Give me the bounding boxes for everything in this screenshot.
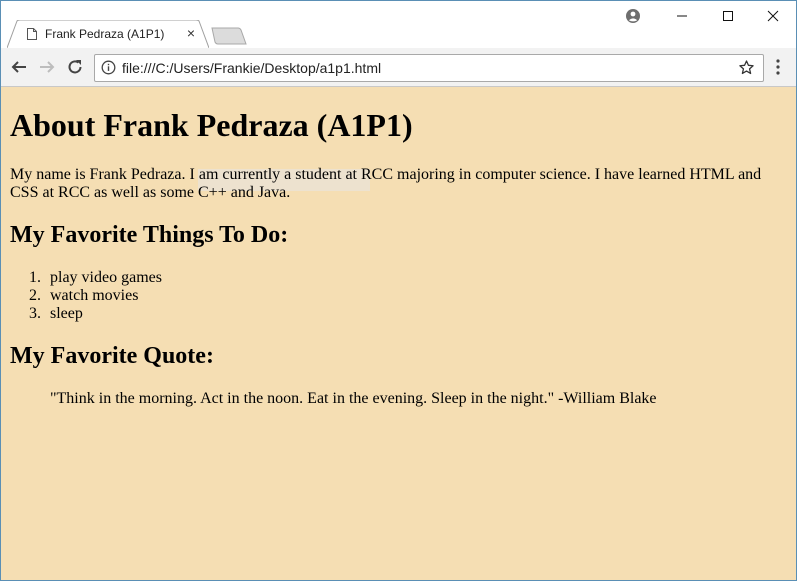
list-item-text: sleep [50,305,83,322]
tab-active[interactable]: Frank Pedraza (A1P1) × [7,20,209,48]
list-item: 3. sleep [29,305,162,323]
page-content: About Frank Pedraza (A1P1) My name is Fr… [1,87,796,580]
new-tab-icon[interactable] [211,27,247,45]
star-icon[interactable] [738,59,755,76]
favorite-things-list: 1. play video games 2. watch movies 3. slee… [29,269,162,323]
address-bar[interactable]: file:///C:/Users/Frankie/Desktop/a1p1.ht… [94,54,764,82]
url-text[interactable]: file:///C:/Users/Frankie/Desktop/a1p1.ht… [122,60,381,76]
list-item-text: watch movies [50,287,139,304]
arrow-left-icon [11,61,26,73]
arrow-right-icon [40,61,55,73]
list-number: 1. [29,269,41,286]
kebab-menu-icon[interactable] [769,58,787,76]
favorite-things-heading: My Favorite Things To Do: [10,222,289,248]
intro-paragraph: My name is Frank Pedraza. I am currently… [10,166,762,201]
forward-button[interactable] [36,56,58,78]
list-number: 2. [29,287,41,304]
reload-button[interactable] [64,56,86,78]
minimize-icon [677,15,687,17]
list-item: 1. play video games [29,269,162,287]
list-item: 2. watch movies [29,287,162,305]
tab-strip: Frank Pedraza (A1P1) × [1,1,796,48]
browser-toolbar: file:///C:/Users/Frankie/Desktop/a1p1.ht… [1,48,796,87]
favorite-quote-heading: My Favorite Quote: [10,343,214,369]
list-item-text: play video games [50,269,162,286]
tab-close-icon[interactable]: × [183,25,199,41]
maximize-icon [723,11,733,21]
reload-icon [68,60,82,74]
favorite-quote: "Think in the morning. Act in the noon. … [50,390,657,407]
close-window-button[interactable] [750,1,796,31]
tab-title: Frank Pedraza (A1P1) [45,27,165,41]
list-number: 3. [29,305,41,322]
close-icon [767,10,779,22]
account-circle-icon[interactable] [625,8,641,24]
browser-window: Frank Pedraza (A1P1) × file:///C:/Users/… [0,0,797,581]
back-button[interactable] [8,56,30,78]
page-heading: About Frank Pedraza (A1P1) [10,107,413,143]
page-icon [27,28,37,40]
minimize-button[interactable] [659,1,705,31]
info-icon[interactable] [101,60,116,75]
maximize-button[interactable] [705,1,751,31]
